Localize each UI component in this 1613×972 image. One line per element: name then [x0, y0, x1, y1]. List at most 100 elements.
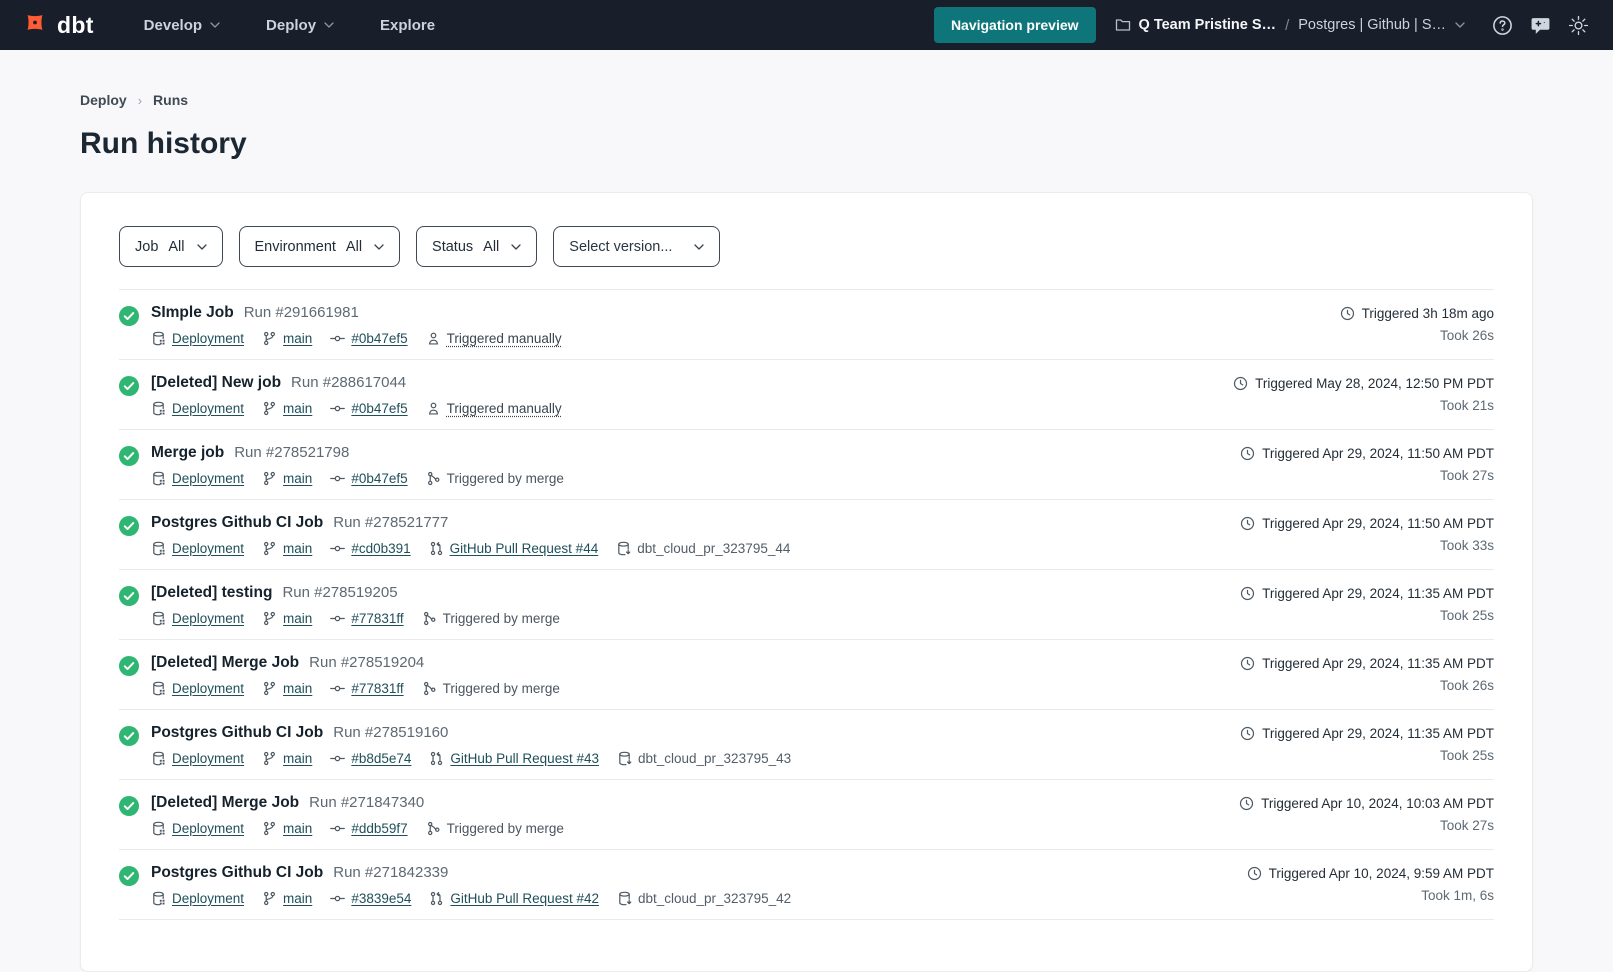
job-name-link[interactable]: SImple Job: [151, 304, 234, 322]
git-branch-icon: [262, 471, 277, 486]
commit-link[interactable]: #0b47ef5: [351, 471, 407, 486]
branch-link[interactable]: main: [283, 471, 312, 486]
branch-link[interactable]: main: [283, 821, 312, 836]
commit-link[interactable]: #0b47ef5: [351, 331, 407, 346]
environment-link[interactable]: Deployment: [172, 331, 244, 346]
run-row[interactable]: [Deleted] Merge Job Run #278519204: [119, 640, 1494, 710]
branch-meta: main: [262, 541, 312, 556]
status-filter[interactable]: Status All: [416, 226, 537, 267]
job-filter[interactable]: Job All: [119, 226, 223, 267]
dbt-logo[interactable]: dbt: [20, 10, 94, 40]
trigger-meta: Triggered manually: [426, 401, 562, 416]
version-filter[interactable]: Select version...: [553, 226, 720, 267]
commit-link[interactable]: #cd0b391: [351, 541, 410, 556]
environment-meta: Deployment: [151, 401, 244, 416]
environment-link[interactable]: Deployment: [172, 681, 244, 696]
menu-deploy[interactable]: Deploy: [266, 17, 334, 34]
job-name-link[interactable]: Postgres Github CI Job: [151, 724, 323, 742]
schema-database-icon: [616, 541, 631, 556]
triggered-time: Triggered Apr 10, 2024, 10:03 AM PDT: [1239, 796, 1494, 811]
environment-selector[interactable]: Postgres | Github | S…: [1298, 17, 1465, 33]
breadcrumb-runs[interactable]: Runs: [153, 92, 188, 108]
help-icon[interactable]: [1492, 15, 1513, 36]
trigger-label[interactable]: Triggered manually: [447, 401, 562, 416]
menu-explore[interactable]: Explore: [380, 17, 435, 34]
trigger-label: Triggered by merge: [447, 821, 564, 836]
branch-link[interactable]: main: [283, 541, 312, 556]
branch-link[interactable]: main: [283, 401, 312, 416]
pull-request-meta: GitHub Pull Request #44: [429, 541, 599, 556]
run-duration: Took 25s: [1440, 748, 1494, 763]
clock-icon: [1240, 726, 1255, 741]
job-name-link[interactable]: Merge job: [151, 444, 224, 462]
run-duration: Took 27s: [1440, 468, 1494, 483]
clock-icon: [1240, 586, 1255, 601]
environment-link[interactable]: Deployment: [172, 401, 244, 416]
job-name-link[interactable]: [Deleted] testing: [151, 584, 272, 602]
run-row[interactable]: Postgres Github CI Job Run #278519160: [119, 710, 1494, 780]
run-row[interactable]: Postgres Github CI Job Run #271842339: [119, 850, 1494, 920]
chevron-down-icon: [210, 22, 220, 28]
project-selector[interactable]: Q Team Pristine S…: [1115, 17, 1277, 33]
branch-link[interactable]: main: [283, 751, 312, 766]
run-row[interactable]: [Deleted] testing Run #278519205: [119, 570, 1494, 640]
pull-request-icon: [429, 541, 444, 556]
folder-icon: [1115, 18, 1131, 32]
environment-link[interactable]: Deployment: [172, 891, 244, 906]
commit-link[interactable]: #77831ff: [351, 611, 403, 626]
run-row[interactable]: [Deleted] Merge Job Run #271847340: [119, 780, 1494, 850]
run-row[interactable]: Merge job Run #278521798 Deployme: [119, 430, 1494, 500]
commit-icon: [330, 471, 345, 486]
branch-meta: main: [262, 751, 312, 766]
job-name-link[interactable]: [Deleted] New job: [151, 374, 281, 392]
trigger-label: Triggered by merge: [447, 471, 564, 486]
run-success-icon: [119, 516, 139, 556]
navigation-preview-button[interactable]: Navigation preview: [934, 7, 1096, 43]
commit-link[interactable]: #3839e54: [351, 891, 411, 906]
commit-link[interactable]: #b8d5e74: [351, 751, 411, 766]
gear-icon[interactable]: [1568, 15, 1589, 36]
environment-link[interactable]: Deployment: [172, 751, 244, 766]
run-row[interactable]: Postgres Github CI Job Run #278521777: [119, 500, 1494, 570]
commit-link[interactable]: #ddb59f7: [351, 821, 407, 836]
commit-link[interactable]: #77831ff: [351, 681, 403, 696]
triggered-time: Triggered Apr 29, 2024, 11:35 AM PDT: [1240, 726, 1494, 741]
schema-database-icon: [617, 891, 632, 906]
trigger-meta: Triggered by merge: [426, 471, 564, 486]
trigger-label: Triggered by merge: [443, 681, 560, 696]
environment-meta: Deployment: [151, 821, 244, 836]
environment-link[interactable]: Deployment: [172, 471, 244, 486]
job-name-link[interactable]: Postgres Github CI Job: [151, 864, 323, 882]
job-name-link[interactable]: [Deleted] Merge Job: [151, 794, 299, 812]
environment-filter[interactable]: Environment All: [239, 226, 401, 267]
pull-request-link[interactable]: GitHub Pull Request #44: [450, 541, 599, 556]
environment-link[interactable]: Deployment: [172, 821, 244, 836]
trigger-label[interactable]: Triggered manually: [447, 331, 562, 346]
branch-link[interactable]: main: [283, 611, 312, 626]
commit-link[interactable]: #0b47ef5: [351, 401, 407, 416]
breadcrumb-deploy[interactable]: Deploy: [80, 92, 127, 108]
run-row[interactable]: [Deleted] New job Run #288617044: [119, 360, 1494, 430]
schema-meta: dbt_cloud_pr_323795_43: [617, 751, 791, 766]
job-name-link[interactable]: [Deleted] Merge Job: [151, 654, 299, 672]
environment-meta: Deployment: [151, 751, 244, 766]
branch-link[interactable]: main: [283, 681, 312, 696]
database-icon: [151, 821, 166, 836]
branch-link[interactable]: main: [283, 331, 312, 346]
job-name-link[interactable]: Postgres Github CI Job: [151, 514, 323, 532]
pull-request-icon: [429, 751, 444, 766]
run-row[interactable]: SImple Job Run #291661981 Deploym: [119, 290, 1494, 360]
environment-link[interactable]: Deployment: [172, 611, 244, 626]
git-branch-icon: [262, 541, 277, 556]
branch-link[interactable]: main: [283, 891, 312, 906]
pull-request-link[interactable]: GitHub Pull Request #43: [450, 751, 599, 766]
menu-develop[interactable]: Develop: [144, 17, 220, 34]
feedback-icon[interactable]: [1530, 15, 1551, 36]
main-menu: Develop Deploy Explore: [144, 17, 435, 34]
run-number: Run #278519204: [309, 654, 424, 671]
top-nav: dbt Develop Deploy Explore Navigation pr…: [0, 0, 1613, 50]
triggered-time: Triggered 3h 18m ago: [1340, 306, 1494, 321]
pull-request-link[interactable]: GitHub Pull Request #42: [450, 891, 599, 906]
trigger-label: Triggered by merge: [443, 611, 560, 626]
environment-link[interactable]: Deployment: [172, 541, 244, 556]
